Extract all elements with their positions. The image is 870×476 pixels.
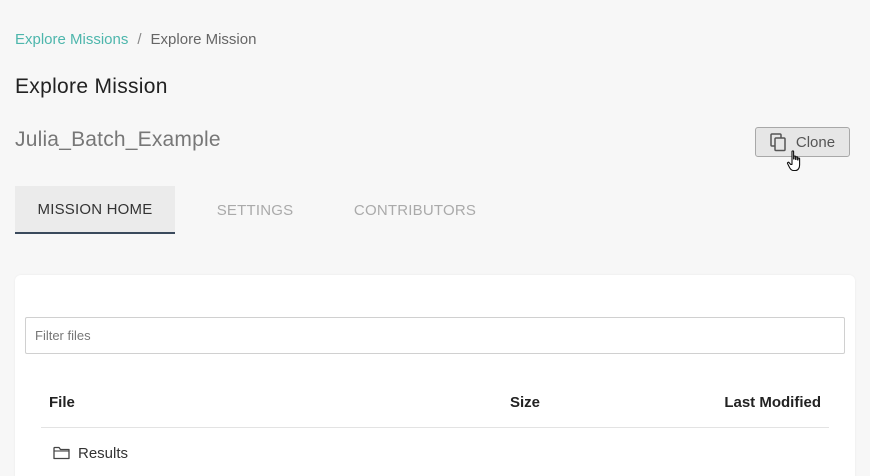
clone-button-label: Clone — [795, 133, 836, 151]
tab-contributors[interactable]: CONTRIBUTORS — [335, 186, 495, 234]
folder-icon — [53, 446, 70, 460]
tab-settings[interactable]: SETTINGS — [175, 186, 335, 234]
filter-files-input[interactable] — [25, 317, 845, 354]
clone-button[interactable]: Clone — [755, 127, 850, 157]
explore-mission-page: Explore Missions / Explore Mission Explo… — [0, 0, 870, 476]
files-table-header: File Size Last Modified — [41, 387, 829, 428]
file-name[interactable]: Results — [78, 445, 128, 462]
column-header-file[interactable]: File — [49, 394, 75, 411]
breadcrumb: Explore Missions / Explore Mission — [15, 30, 256, 50]
breadcrumb-current: Explore Mission — [150, 31, 257, 48]
mission-name: Julia_Batch_Example — [15, 128, 221, 151]
page-title: Explore Mission — [15, 75, 168, 98]
column-header-last-modified[interactable]: Last Modified — [724, 394, 821, 411]
breadcrumb-separator: / — [137, 31, 142, 48]
table-row[interactable]: Results — [41, 438, 829, 468]
mission-tabs: MISSION HOME SETTINGS CONTRIBUTORS — [15, 186, 495, 234]
copy-icon — [770, 132, 787, 152]
breadcrumb-link-explore-missions[interactable]: Explore Missions — [15, 30, 128, 50]
tab-mission-home[interactable]: MISSION HOME — [15, 186, 175, 234]
column-header-size[interactable]: Size — [510, 394, 540, 411]
